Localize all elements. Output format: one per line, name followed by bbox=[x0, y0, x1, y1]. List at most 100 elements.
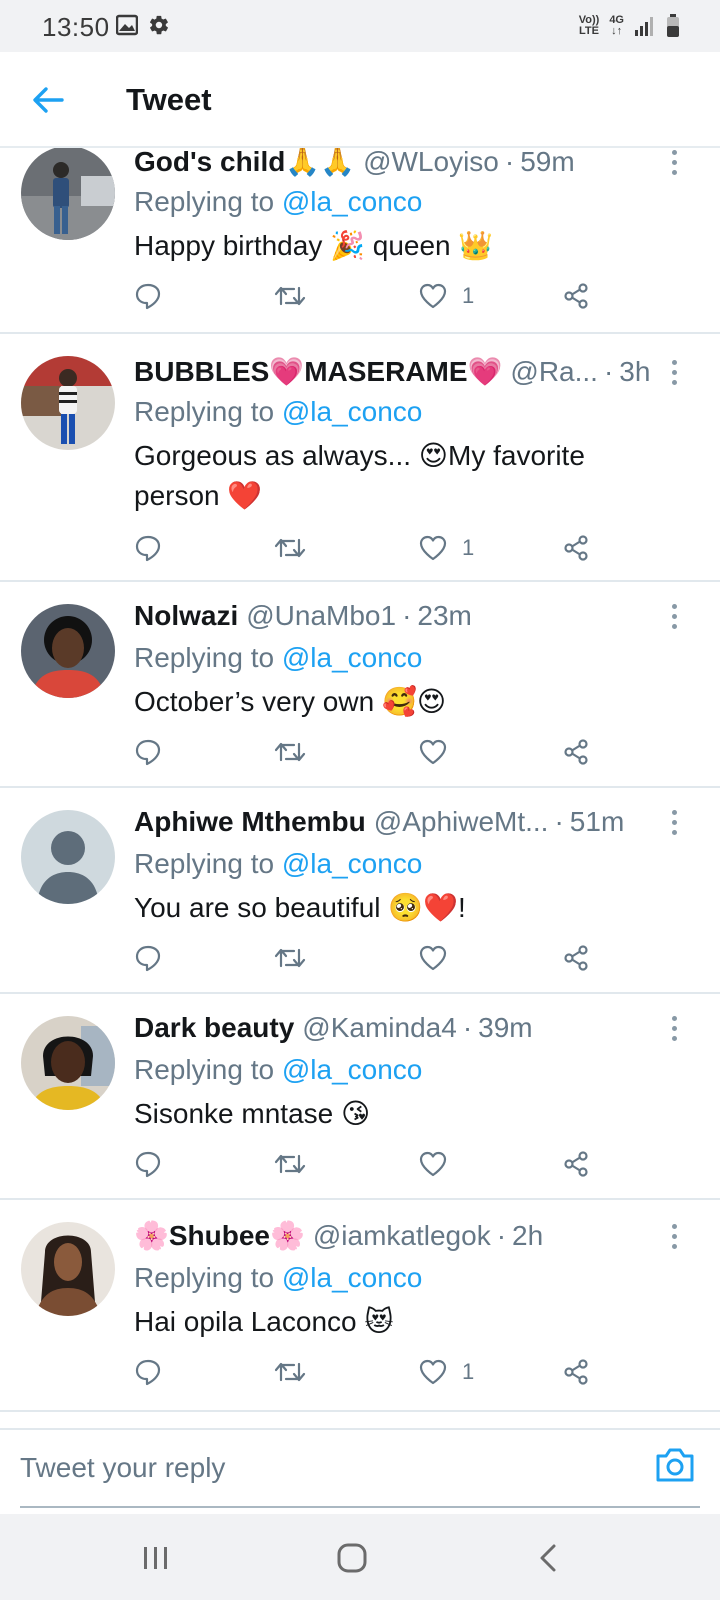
more-options-button[interactable] bbox=[664, 1218, 684, 1254]
like-button[interactable]: 1 bbox=[418, 530, 474, 566]
like-count: 1 bbox=[462, 535, 475, 560]
tweet-item[interactable]: Dark beauty @Kaminda4 · 39m Replying to … bbox=[0, 994, 720, 1200]
retweet-icon bbox=[274, 948, 306, 968]
tweet-text: Sisonke mntase 😘 bbox=[134, 1098, 371, 1129]
default-avatar-icon bbox=[21, 810, 115, 904]
recent-apps-icon bbox=[144, 1547, 167, 1569]
user-handle[interactable]: @Kaminda4 bbox=[302, 1010, 457, 1046]
mention-link[interactable]: @la_conco bbox=[282, 848, 423, 879]
camera-button[interactable] bbox=[652, 1442, 698, 1488]
gallery-icon bbox=[116, 14, 138, 36]
display-name[interactable]: Dark beauty bbox=[134, 1010, 294, 1046]
system-back-button[interactable] bbox=[526, 1536, 570, 1580]
replying-to-label: Replying to bbox=[134, 642, 275, 673]
tweet-time: 23m bbox=[417, 600, 472, 631]
mention-link[interactable]: @la_conco bbox=[282, 396, 423, 427]
reply-button[interactable] bbox=[134, 530, 162, 566]
home-button[interactable] bbox=[330, 1536, 374, 1580]
like-button[interactable]: 1 bbox=[418, 278, 474, 314]
avatar[interactable] bbox=[21, 810, 115, 904]
tweet-item[interactable]: God's child 🙏🙏 @WLoyiso · 59m Replying to… bbox=[0, 148, 720, 334]
more-options-button[interactable] bbox=[664, 1010, 684, 1046]
tweet-actions: 1 bbox=[134, 1354, 614, 1390]
separator-dot: · bbox=[402, 600, 412, 631]
avatar[interactable] bbox=[21, 1222, 115, 1316]
tweet-item[interactable]: Nolwazi @UnaMbo1 · 23m Replying to @la_c… bbox=[0, 582, 720, 788]
input-underline bbox=[20, 1506, 700, 1508]
user-handle[interactable]: @WLoyiso bbox=[363, 148, 499, 180]
replying-to-label: Replying to bbox=[134, 396, 275, 427]
avatar[interactable] bbox=[21, 604, 115, 698]
gear-icon bbox=[150, 15, 168, 35]
mention-link[interactable]: @la_conco bbox=[282, 642, 423, 673]
back-icon bbox=[540, 1544, 556, 1572]
reply-icon bbox=[135, 739, 161, 766]
reply-icon bbox=[135, 283, 161, 310]
more-options-button[interactable] bbox=[664, 354, 684, 390]
reply-feed[interactable]: God's child 🙏🙏 @WLoyiso · 59m Replying to… bbox=[0, 148, 720, 1430]
lte-label: LTE bbox=[579, 25, 599, 37]
share-icon bbox=[564, 1151, 588, 1177]
heart-icon bbox=[419, 535, 447, 561]
share-button[interactable] bbox=[562, 734, 590, 770]
back-button[interactable] bbox=[28, 80, 68, 120]
user-handle[interactable]: @UnaMbo1 bbox=[246, 598, 396, 634]
display-name[interactable]: 🌸Shubee🌸 bbox=[134, 1218, 305, 1254]
recent-apps-button[interactable] bbox=[134, 1536, 178, 1580]
retweet-icon bbox=[274, 742, 306, 762]
like-button[interactable] bbox=[418, 940, 462, 976]
tweet-item[interactable]: Aphiwe Mthembu @AphiweMt... · 51m Replyi… bbox=[0, 788, 720, 994]
more-options-button[interactable] bbox=[664, 598, 684, 634]
user-handle[interactable]: @Ra... bbox=[510, 354, 598, 390]
share-button[interactable] bbox=[562, 1354, 590, 1390]
share-button[interactable] bbox=[562, 1146, 590, 1182]
like-button[interactable] bbox=[418, 1146, 462, 1182]
more-options-button[interactable] bbox=[664, 804, 684, 840]
mention-link[interactable]: @la_conco bbox=[282, 1054, 423, 1085]
page-title: Tweet bbox=[126, 82, 212, 117]
tweet-header: Aphiwe Mthembu @AphiweMt... · 51m bbox=[134, 804, 656, 840]
tweet-time: 39m bbox=[478, 1012, 533, 1043]
avatar[interactable] bbox=[21, 356, 115, 450]
display-name[interactable]: Nolwazi bbox=[134, 598, 238, 634]
mention-link[interactable]: @la_conco bbox=[282, 186, 423, 217]
user-handle[interactable]: @iamkatlegok bbox=[313, 1218, 491, 1254]
reply-composer bbox=[0, 1428, 720, 1514]
tweet-item[interactable]: BUBBLES💗MASERAME💗 @Ra... · 3h Replying t… bbox=[0, 334, 720, 582]
retweet-button[interactable] bbox=[274, 278, 306, 314]
retweet-button[interactable] bbox=[274, 1354, 306, 1390]
display-name-emoji: 🙏🙏 bbox=[285, 148, 356, 177]
retweet-button[interactable] bbox=[274, 940, 306, 976]
retweet-icon bbox=[274, 1154, 306, 1174]
mention-link[interactable]: @la_conco bbox=[282, 1262, 423, 1293]
share-button[interactable] bbox=[562, 940, 590, 976]
tweet-actions bbox=[134, 1146, 614, 1182]
share-button[interactable] bbox=[562, 278, 590, 314]
like-button[interactable]: 1 bbox=[418, 1354, 474, 1390]
tweet-header: Nolwazi @UnaMbo1 · 23m bbox=[134, 598, 656, 634]
reply-button[interactable] bbox=[134, 734, 162, 770]
retweet-button[interactable] bbox=[274, 734, 306, 770]
display-name[interactable]: Aphiwe Mthembu bbox=[134, 804, 366, 840]
display-name[interactable]: BUBBLES💗MASERAME💗 bbox=[134, 354, 502, 390]
tweet-header: Dark beauty @Kaminda4 · 39m bbox=[134, 1010, 656, 1046]
reply-button[interactable] bbox=[134, 1354, 162, 1390]
user-handle[interactable]: @AphiweMt... bbox=[374, 804, 549, 840]
display-name[interactable]: God's child bbox=[134, 148, 285, 180]
retweet-button[interactable] bbox=[274, 530, 306, 566]
reply-input[interactable] bbox=[20, 1446, 620, 1490]
more-options-button[interactable] bbox=[664, 148, 684, 180]
share-button[interactable] bbox=[562, 530, 590, 566]
reply-button[interactable] bbox=[134, 1146, 162, 1182]
status-indicators: Vo)) LTE 4G ↓↑ bbox=[579, 12, 680, 40]
tweet-item[interactable]: 🌸Shubee🌸 @iamkatlegok · 2h Replying to @… bbox=[0, 1200, 720, 1412]
avatar[interactable] bbox=[21, 1016, 115, 1110]
avatar[interactable] bbox=[21, 148, 115, 240]
replying-to: Replying to @la_conco bbox=[134, 846, 422, 882]
avatar-photo bbox=[21, 356, 115, 450]
reply-button[interactable] bbox=[134, 940, 162, 976]
retweet-button[interactable] bbox=[274, 1146, 306, 1182]
reply-button[interactable] bbox=[134, 278, 162, 314]
separator-dot: · bbox=[504, 148, 515, 177]
like-button[interactable] bbox=[418, 734, 462, 770]
